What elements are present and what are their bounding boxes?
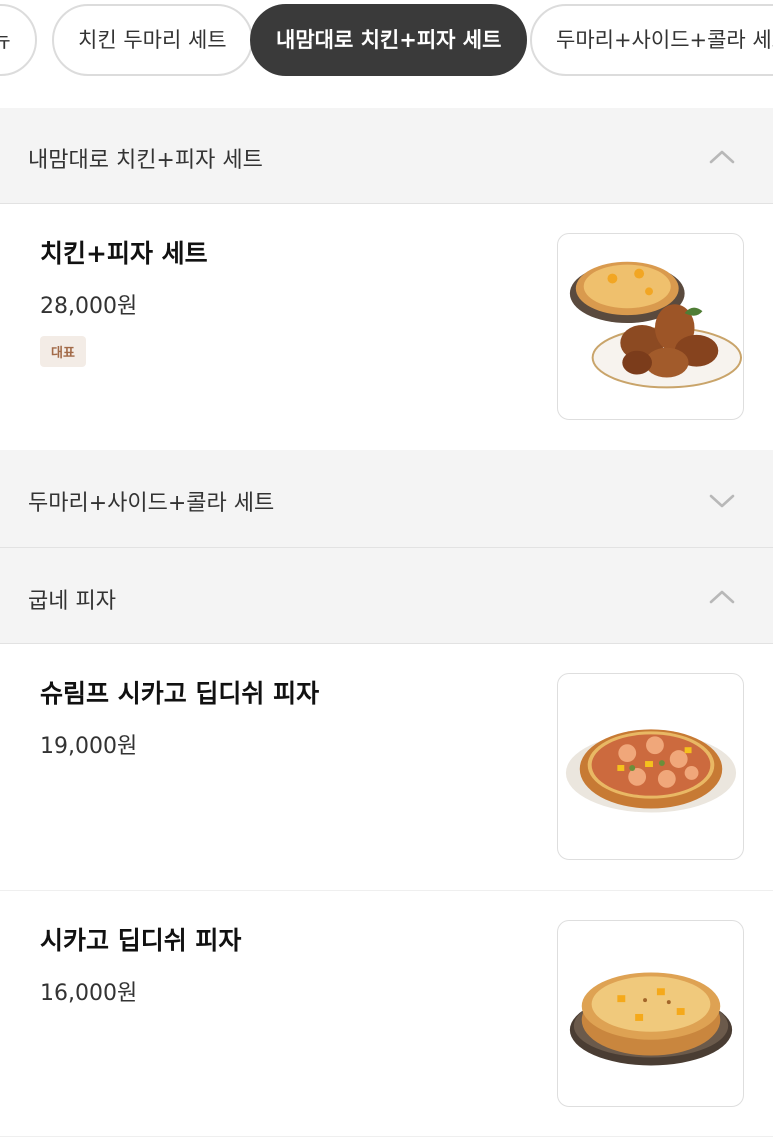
item-name: 치킨+피자 세트: [40, 239, 208, 268]
section-title: 내맘대로 치킨+피자 세트: [28, 148, 263, 173]
item-price: 28,000원: [40, 294, 138, 319]
chevron-up-icon: [709, 144, 735, 170]
section-header-goobne-pizza[interactable]: 굽네 피자: [0, 548, 773, 644]
category-tabs: 메뉴 치킨 두마리 세트 내맘대로 치킨+피자 세트 두마리+사이드+콜라 세트: [0, 0, 773, 86]
menu-item-shrimp-deep-dish-pizza[interactable]: 슈림프 시카고 딥디쉬 피자 19,000원: [0, 644, 773, 891]
section-header-chicken-pizza-set[interactable]: 내맘대로 치킨+피자 세트: [0, 108, 773, 204]
menu-item-chicago-deep-dish-pizza[interactable]: 시카고 딥디쉬 피자 16,000원: [0, 891, 773, 1137]
tab-menu[interactable]: 메뉴: [0, 4, 37, 76]
tab-chicken-pizza-set[interactable]: 내맘대로 치킨+피자 세트: [250, 4, 528, 76]
chevron-down-icon: [709, 488, 735, 514]
chevron-up-icon: [709, 584, 735, 610]
item-price: 19,000원: [40, 734, 138, 759]
tab-label: 내맘대로 치킨+피자 세트: [276, 28, 502, 52]
tab-label: 치킨 두마리 세트: [78, 28, 227, 52]
tab-chicken-two-set[interactable]: 치킨 두마리 세트: [52, 4, 253, 76]
menu-item-chicken-pizza-set[interactable]: 치킨+피자 세트 28,000원 대표: [0, 204, 773, 450]
tab-two-side-cola-set[interactable]: 두마리+사이드+콜라 세트: [530, 4, 773, 76]
representative-badge: 대표: [40, 336, 86, 367]
section-title: 두마리+사이드+콜라 세트: [28, 491, 275, 516]
item-name: 슈림프 시카고 딥디쉬 피자: [40, 679, 320, 708]
chicken-pizza-set-photo: [557, 233, 744, 420]
section-title: 굽네 피자: [28, 589, 116, 614]
item-price: 16,000원: [40, 981, 138, 1006]
section-header-two-side-cola-set[interactable]: 두마리+사이드+콜라 세트: [0, 450, 773, 548]
item-name: 시카고 딥디쉬 피자: [40, 926, 242, 955]
tab-label: 메뉴: [0, 28, 11, 52]
deep-dish-pizza-photo: [557, 920, 744, 1107]
shrimp-pizza-photo: [557, 673, 744, 860]
tab-label: 두마리+사이드+콜라 세트: [556, 28, 773, 52]
